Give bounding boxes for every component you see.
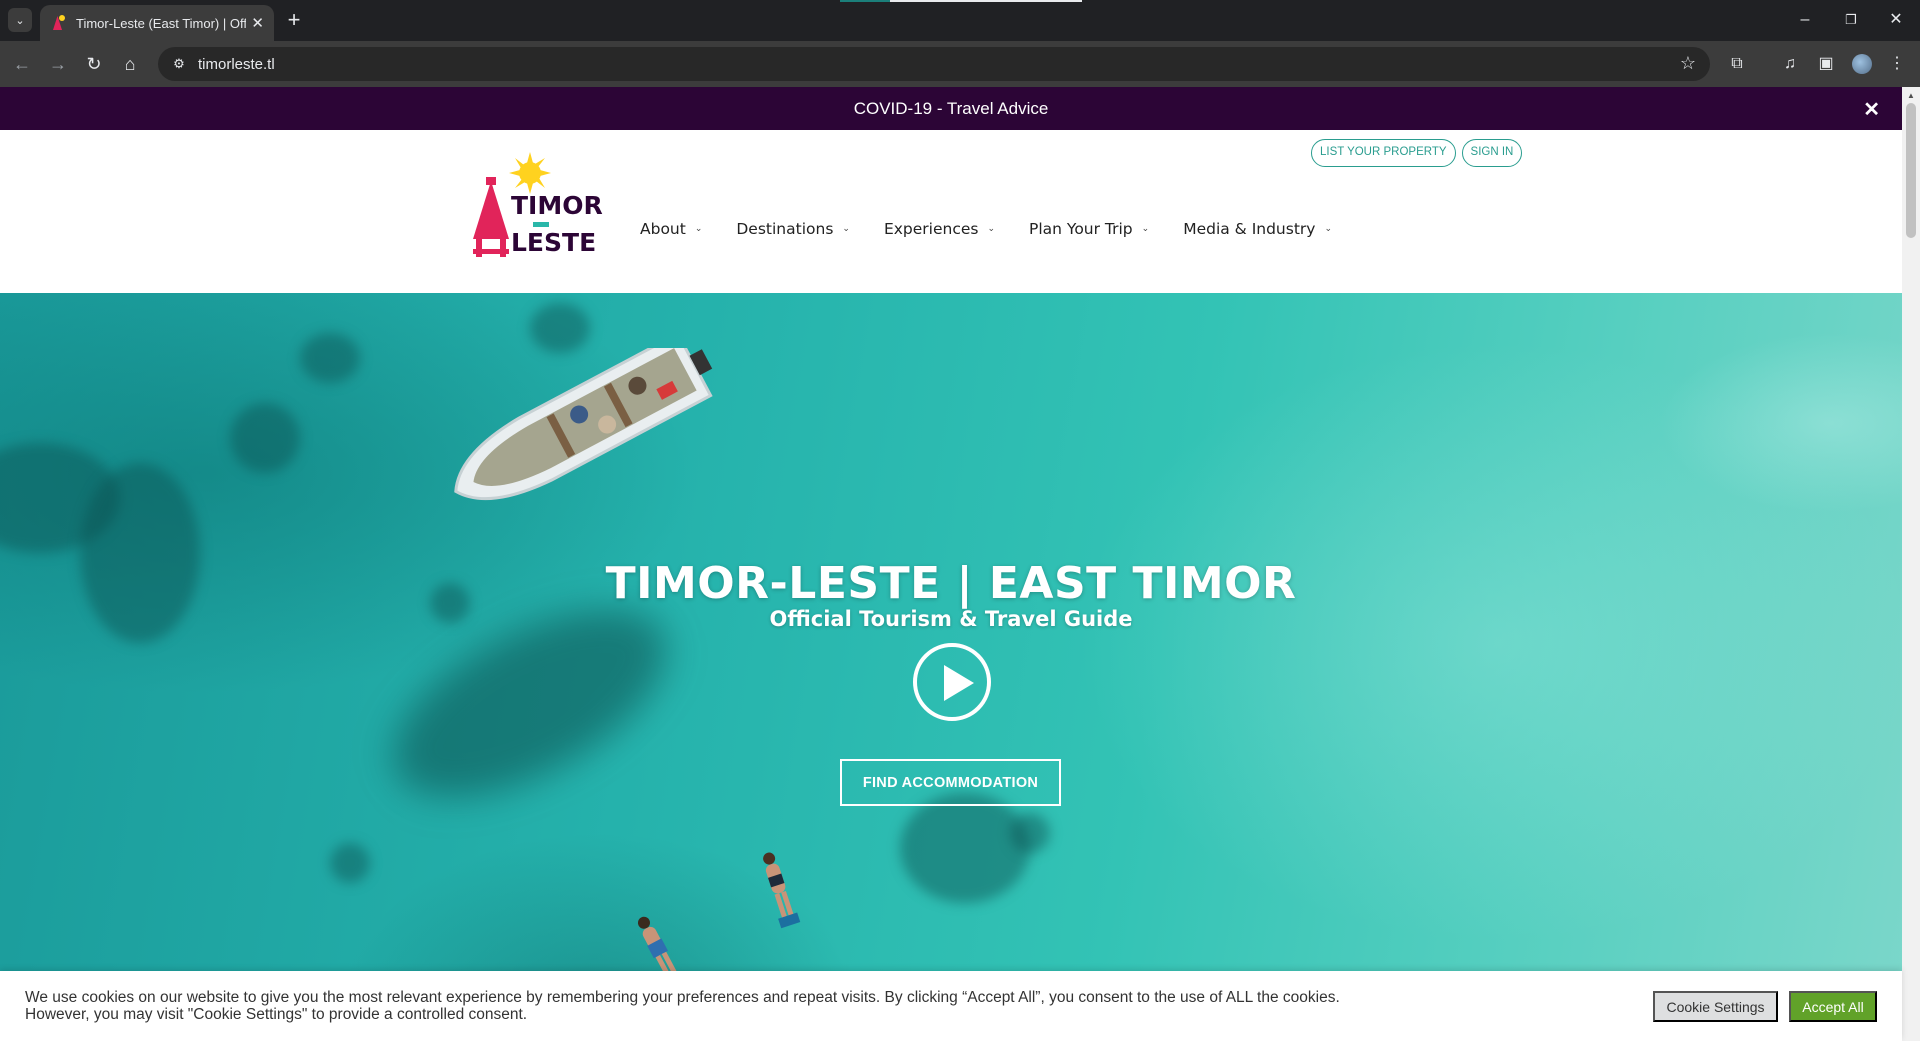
home-icon[interactable]: ⌂ — [118, 52, 142, 76]
loading-indicator — [890, 0, 1082, 2]
tab-search-icon[interactable]: ⌄ — [8, 8, 32, 32]
menu-icon[interactable]: ⋮ — [1885, 52, 1909, 76]
chevron-down-icon: ⌄ — [1141, 224, 1150, 234]
sun-icon — [509, 152, 551, 194]
hero-subtitle: Official Tourism & Travel Guide — [769, 607, 1133, 631]
reef-shape — [1010, 813, 1050, 853]
side-panel-icon[interactable]: ▣ — [1814, 52, 1838, 76]
minimize-icon[interactable]: – — [1790, 8, 1820, 32]
nav-item-label[interactable]: Plan Your Trip — [1029, 220, 1133, 238]
logo-wordmark: TIMOR LESTE — [511, 192, 607, 256]
favicon-icon — [50, 15, 66, 31]
site-info-icon[interactable]: ⚙ — [164, 56, 194, 72]
logo-dash — [533, 222, 549, 227]
logo-line-1: TIMOR — [511, 191, 603, 220]
reef-shape — [900, 793, 1030, 903]
reload-icon[interactable]: ↻ — [82, 52, 106, 76]
close-icon[interactable]: ✕ — [251, 14, 264, 32]
cookie-banner: We use cookies on our website to give yo… — [0, 971, 1902, 1041]
url-text[interactable]: timorleste.tl — [198, 56, 275, 73]
loading-indicator — [840, 0, 890, 2]
site-header: TIMOR LESTE LIST YOUR PROPERTY SIGN IN A… — [0, 130, 1902, 293]
restore-icon[interactable]: ❐ — [1836, 8, 1866, 32]
nav-item-destinations[interactable]: Destinations ⌄ — [736, 220, 850, 238]
address-bar[interactable]: ⚙ timorleste.tl ☆ — [158, 47, 1710, 81]
swimmer-image — [763, 852, 801, 929]
accept-all-button[interactable]: Accept All — [1789, 991, 1877, 1022]
chevron-down-icon: ⌄ — [694, 224, 703, 234]
logo-line-2: LESTE — [511, 228, 597, 257]
hero-title: TIMOR-LESTE | EAST TIMOR — [605, 558, 1297, 609]
forward-icon[interactable]: → — [46, 52, 70, 76]
reef-shape — [300, 333, 360, 383]
boat-image — [454, 348, 713, 501]
media-icon[interactable]: ♫ — [1778, 52, 1802, 76]
extensions-icon[interactable]: ⧉ — [1725, 52, 1749, 76]
nav-item-label[interactable]: Destinations — [736, 220, 833, 238]
covid-banner[interactable]: COVID-19 - Travel Advice ✕ — [0, 87, 1902, 130]
nav-item-label[interactable]: Experiences — [884, 220, 979, 238]
scroll-up-icon[interactable]: ▲ — [1907, 91, 1915, 100]
cookie-settings-button[interactable]: Cookie Settings — [1653, 991, 1778, 1022]
plus-icon[interactable]: + — [282, 8, 306, 32]
chevron-down-icon: ⌄ — [842, 224, 850, 234]
hero-section: TIMOR-LESTE | EAST TIMOR Official Touris… — [0, 293, 1902, 1041]
browser-toolbar: ← → ↻ ⌂ ⚙ timorleste.tl ☆ ⧉ ♫ ▣ ⋮ — [0, 41, 1920, 87]
covid-banner-text[interactable]: COVID-19 - Travel Advice — [854, 99, 1049, 119]
nav-item-label[interactable]: About — [640, 220, 686, 238]
browser-tab[interactable]: Timor-Leste (East Timor) | Offi ✕ — [40, 5, 274, 41]
star-icon[interactable]: ☆ — [1680, 53, 1696, 74]
avatar[interactable] — [1852, 54, 1872, 74]
utility-links: LIST YOUR PROPERTY SIGN IN — [1311, 139, 1523, 167]
cookie-text: We use cookies on our website to give yo… — [25, 989, 1340, 1023]
nav-item-label[interactable]: Media & Industry — [1183, 220, 1315, 238]
back-icon[interactable]: ← — [10, 52, 34, 76]
tab-title: Timor-Leste (East Timor) | Offi — [76, 15, 246, 31]
site-logo[interactable]: TIMOR LESTE — [473, 152, 605, 262]
scrollbar-thumb[interactable] — [1906, 103, 1916, 238]
play-video-icon[interactable] — [913, 643, 991, 721]
sign-in-button[interactable]: SIGN IN — [1461, 139, 1523, 167]
nav-item-media-industry[interactable]: Media & Industry ⌄ — [1183, 220, 1332, 238]
chevron-down-icon: ⌄ — [987, 224, 996, 234]
reef-shape — [530, 303, 590, 353]
close-icon[interactable]: ✕ — [1863, 97, 1880, 122]
reef-shape — [330, 843, 370, 883]
chevron-down-icon: ⌄ — [1324, 224, 1332, 234]
tab-strip: ⌄ Timor-Leste (East Timor) | Offi ✕ + – … — [0, 0, 1920, 41]
traditional-house-icon — [473, 177, 509, 257]
main-nav: About ⌄ Destinations ⌄ Experiences ⌄ Plan Y… — [640, 220, 1366, 238]
nav-item-experiences[interactable]: Experiences ⌄ — [884, 220, 995, 238]
find-accommodation-button[interactable]: FIND ACCOMMODATION — [840, 759, 1061, 806]
page-scrollbar[interactable]: ▲ — [1902, 87, 1920, 1041]
nav-item-about[interactable]: About ⌄ — [640, 220, 702, 238]
close-window-icon[interactable]: ✕ — [1881, 8, 1911, 32]
reef-shape — [230, 403, 300, 473]
nav-item-plan-your-trip[interactable]: Plan Your Trip ⌄ — [1029, 220, 1149, 238]
list-property-button[interactable]: LIST YOUR PROPERTY — [1311, 139, 1456, 167]
